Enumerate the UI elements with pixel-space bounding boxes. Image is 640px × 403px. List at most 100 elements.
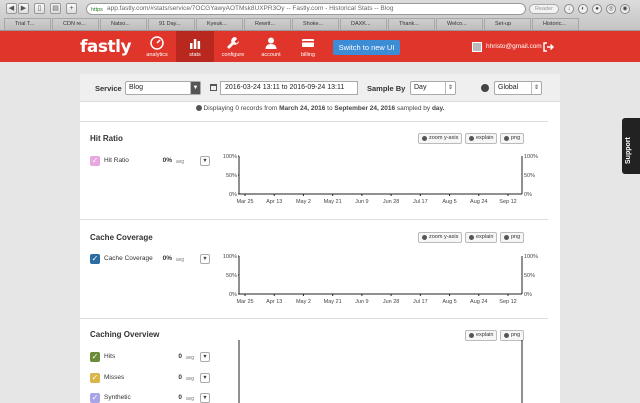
y-tick-label: 50%	[226, 273, 237, 279]
x-tick-label: Sep 12	[499, 199, 516, 205]
browser-tab[interactable]: CDN re...	[52, 18, 99, 30]
summary-text: sampled by	[396, 105, 431, 112]
browser-tab[interactable]: Shoke...	[292, 18, 339, 30]
logout-icon[interactable]	[542, 41, 554, 53]
extension-icon[interactable]: ●	[592, 4, 602, 14]
nav-billing[interactable]: billing	[289, 31, 327, 62]
y-tick-label: 0%	[229, 292, 237, 298]
metric-checkbox[interactable]: ✓	[90, 156, 100, 166]
browser-tab-label: Trial T...	[15, 21, 35, 27]
shield-icon[interactable]: ◐	[578, 4, 588, 14]
explain-button[interactable]: explain	[465, 232, 498, 243]
metric-dropdown[interactable]: ▼	[200, 373, 210, 383]
metric-hits: ✓ Hits 0 avg ▼	[90, 352, 215, 364]
nav-label: account	[261, 52, 281, 58]
info-icon	[469, 333, 474, 338]
x-tick-label: May 2	[296, 299, 311, 305]
bookmarks-icon[interactable]: ▤	[50, 3, 61, 14]
nav-configure[interactable]: configure	[214, 31, 252, 62]
sidebar-icon[interactable]: ▯	[34, 3, 45, 14]
metric-avg: avg	[186, 396, 195, 402]
nav-label: analytics	[146, 52, 168, 58]
metric-checkbox[interactable]: ✓	[90, 254, 100, 264]
service-select[interactable]: Blog ▼	[125, 81, 201, 95]
https-label: https	[91, 7, 103, 13]
nav-label: stats	[189, 52, 201, 58]
switch-to-new-ui-button[interactable]: Switch to new UI	[333, 40, 400, 55]
button-label: zoom y-axis	[429, 234, 459, 240]
y-tick-label: 50%	[226, 173, 237, 179]
png-button[interactable]: png	[500, 133, 525, 144]
cache-coverage-chart: 100% 100%50% 50%0% 0%Mar 25 Apr 13 May 2 May 2…	[223, 254, 538, 305]
settings-icon[interactable]: ◎	[606, 4, 616, 14]
camera-icon	[504, 333, 509, 338]
metric-checkbox[interactable]: ✓	[90, 393, 100, 403]
button-label: png	[511, 135, 521, 141]
region-select[interactable]: Global ⇕	[494, 81, 542, 95]
summary-text: Displaying	[203, 105, 234, 112]
explain-button[interactable]: explain	[465, 133, 498, 144]
address-bar[interactable]: https app.fastly.com/#stats/service/7OCG…	[86, 3, 526, 15]
summary-text: records from	[240, 105, 278, 112]
section-title-cache-coverage: Cache Coverage	[90, 233, 153, 242]
sample-by-select[interactable]: Day ⇕	[410, 81, 456, 95]
y-tick-label: 100%	[223, 154, 237, 160]
metric-dropdown[interactable]: ▼	[200, 393, 210, 403]
browser-tab[interactable]: 91 Day...	[148, 18, 195, 30]
zoom-icon	[422, 136, 427, 141]
browser-tab[interactable]: DAXK...	[340, 18, 387, 30]
x-tick-label: May 2	[296, 199, 311, 205]
metric-value: 0%	[162, 157, 172, 164]
nav-account[interactable]: account	[252, 31, 290, 62]
nav-stats[interactable]: stats	[176, 31, 214, 62]
browser-tab[interactable]: Rewrit...	[244, 18, 291, 30]
zoom-y-axis-button[interactable]: zoom y-axis	[418, 232, 463, 243]
download-icon[interactable]: ↓	[564, 4, 574, 14]
fastly-logo[interactable]: fastly	[80, 37, 132, 57]
browser-tab[interactable]: Natso...	[100, 18, 147, 30]
nav-analytics[interactable]: analytics	[138, 31, 176, 62]
zoom-y-axis-button[interactable]: zoom y-axis	[418, 133, 463, 144]
avatar[interactable]	[472, 42, 482, 52]
metric-checkbox[interactable]: ✓	[90, 352, 100, 362]
wrench-icon	[227, 37, 239, 49]
forward-icon[interactable]: ▶	[18, 3, 29, 14]
region-value: Global	[498, 84, 519, 91]
metric-checkbox[interactable]: ✓	[90, 373, 100, 383]
metric-synthetic: ✓ Synthetic 0 avg ▼	[90, 393, 215, 403]
browser-tab[interactable]: Set-up	[484, 18, 531, 30]
chevron-down-icon: ⇕	[445, 82, 455, 94]
support-tab[interactable]: Support	[622, 118, 640, 174]
divider	[80, 121, 548, 122]
menu-icon[interactable]: ◉	[620, 4, 630, 14]
gauge-icon	[150, 36, 164, 50]
browser-nav-row: ◀ ▶ ▯ ▤ + https app.fastly.com/#stats/se…	[0, 2, 640, 17]
y-tick-label: 0%	[229, 192, 237, 198]
browser-tab-label: CDN re...	[63, 21, 86, 27]
metric-dropdown[interactable]: ▼	[200, 254, 210, 264]
browser-tab-label: 91 Day...	[159, 21, 181, 27]
x-tick-label: May 21	[324, 199, 342, 205]
date-range-input[interactable]: 2016-03-24 13:11 to 2016-09-24 13:11	[220, 81, 358, 95]
url-text: app.fastly.com/#stats/service/7OCGYawyAO…	[107, 5, 394, 12]
browser-tab[interactable]: Historic...	[532, 18, 579, 30]
back-icon[interactable]: ◀	[6, 3, 17, 14]
reader-button[interactable]: Reader	[529, 4, 559, 14]
x-tick-label: Jun 9	[355, 199, 368, 205]
calendar-icon[interactable]	[210, 84, 217, 91]
user-email[interactable]: hhristo@gmail.com	[486, 43, 542, 50]
x-tick-label: Aug 24	[470, 199, 487, 205]
browser-tab[interactable]: Trial T...	[4, 18, 51, 30]
new-tab-icon[interactable]: +	[66, 3, 77, 14]
summary-text: to	[327, 105, 333, 112]
metric-dropdown[interactable]: ▼	[200, 156, 210, 166]
x-tick-label: Aug 24	[470, 299, 487, 305]
metric-value: 0	[178, 374, 182, 381]
metric-dropdown[interactable]: ▼	[200, 352, 210, 362]
png-button[interactable]: png	[500, 232, 525, 243]
browser-tab[interactable]: Welco...	[436, 18, 483, 30]
browser-tab[interactable]: Thank...	[388, 18, 435, 30]
sample-by-value: Day	[414, 84, 427, 91]
browser-tab[interactable]: Kyeuk...	[196, 18, 243, 30]
x-tick-label: Jun 28	[383, 299, 400, 305]
